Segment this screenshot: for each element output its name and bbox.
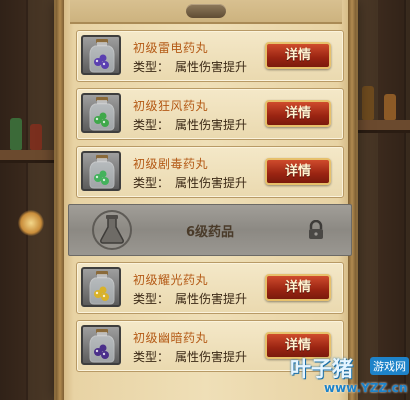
type-label: 类型： <box>133 176 170 190</box>
watermark-sub: 游戏网 <box>370 357 409 375</box>
scroll-knob <box>186 4 226 18</box>
type-value: 属性伤害提升 <box>175 350 248 364</box>
potion-name: 初级雷电药丸 <box>133 41 209 55</box>
list-item: 初级耀光药丸 类型： 属性伤害提升 详情 <box>76 262 344 314</box>
list-item: 初级雷电药丸 类型： 属性伤害提升 详情 <box>76 30 344 82</box>
yellow-potion-icon <box>81 267 121 307</box>
potion-name: 初级剧毒药丸 <box>133 157 209 171</box>
shelf-bottle <box>362 86 374 120</box>
type-value: 属性伤害提升 <box>175 118 248 132</box>
watermark-url: www.YZZ.cn <box>324 381 408 395</box>
shelf-left <box>0 150 62 160</box>
type-label: 类型： <box>133 350 170 364</box>
potion-name: 初级幽暗药丸 <box>133 331 209 345</box>
potion-name: 初级耀光药丸 <box>133 273 209 287</box>
type-label: 类型： <box>133 60 170 74</box>
list-item: 初级狂风药丸 类型： 属性伤害提升 详情 <box>76 88 344 140</box>
potion-name: 初级狂风药丸 <box>133 99 209 113</box>
lamp <box>18 210 44 236</box>
green-potion-icon <box>81 93 121 133</box>
tier-header[interactable]: 6级药品 <box>68 204 352 256</box>
type-value: 属性伤害提升 <box>175 60 248 74</box>
purple-potion-icon <box>81 325 121 365</box>
detail-button[interactable]: 详情 <box>265 158 331 185</box>
shelf-bottle <box>10 118 22 150</box>
scroll-edge-left <box>56 0 64 400</box>
scroll-edge-right <box>348 0 356 400</box>
watermark-logo: 叶子猪 游戏网 www.YZZ.cn <box>290 353 410 400</box>
type-value: 属性伤害提升 <box>175 176 248 190</box>
shelf-right <box>350 120 410 130</box>
type-label: 类型： <box>133 292 170 306</box>
detail-button[interactable]: 详情 <box>265 42 331 69</box>
purple-potion-icon <box>81 35 121 75</box>
green-potion-icon <box>81 151 121 191</box>
watermark-brand: 叶子猪 <box>290 357 353 381</box>
type-label: 类型： <box>133 118 170 132</box>
list-item: 初级剧毒药丸 类型： 属性伤害提升 详情 <box>76 146 344 198</box>
scroll-top-cap <box>70 0 342 24</box>
detail-button[interactable]: 详情 <box>265 274 331 301</box>
shelf-bottle <box>384 94 396 120</box>
lock-icon <box>309 220 323 239</box>
shelf-bottle <box>30 124 42 150</box>
potion-list[interactable]: 初级雷电药丸 类型： 属性伤害提升 详情 初级狂风药丸 类型： 属性伤害提升 详… <box>68 30 352 378</box>
type-value: 属性伤害提升 <box>175 292 248 306</box>
detail-button[interactable]: 详情 <box>265 100 331 127</box>
